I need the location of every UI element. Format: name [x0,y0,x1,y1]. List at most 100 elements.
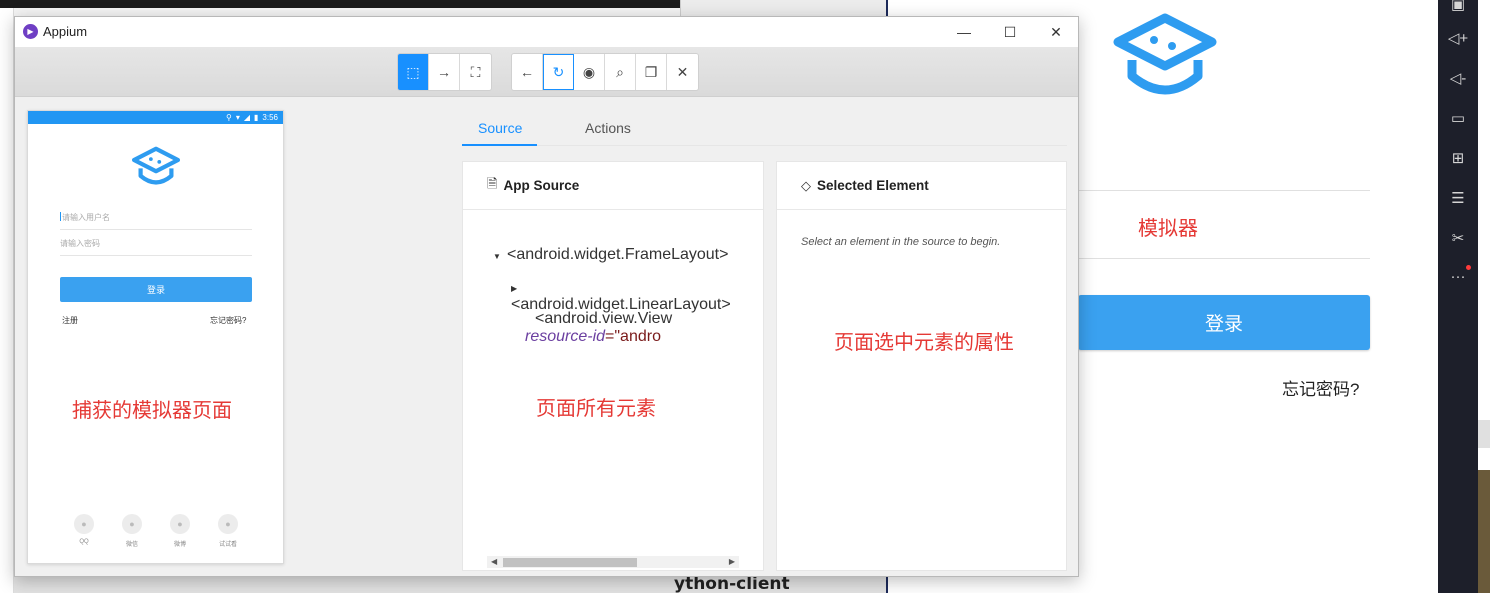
background-list-panel [1478,0,1490,593]
background-list-selection [1478,420,1490,448]
start-recording-button[interactable]: ◉ [574,54,605,90]
refresh-button[interactable]: ↻ [543,54,574,90]
tree-node-linearlayout[interactable]: ▶<android.widget.LinearLayout> [511,278,739,313]
source-horizontal-scrollbar[interactable]: ◀ ▶ [487,556,739,568]
tap-coordinates-icon: ⛶ [470,63,481,80]
inspector-content: ⚲ ▾ ◢ ▮ 3:56 请输入用户名 请输入密码 登录 注册 忘记密码? 捕获… [15,98,1078,576]
tree-node-attribute: resource-id [525,328,606,345]
window-title: Appium [43,24,88,39]
search-elements-button[interactable]: ⌕ [605,54,636,90]
scroll-right-icon[interactable]: ▶ [729,557,735,566]
tab-source[interactable]: Source [478,120,522,136]
device-clock: 3:56 [262,113,278,122]
inspector-tabs: Source Actions [462,112,1067,146]
expand-caret-icon[interactable]: ▶ [511,284,525,293]
ghost-icon: ● [218,514,238,534]
social-login-wechat[interactable]: ● 微信 [120,514,144,548]
background-window-top [680,0,888,16]
emulator-username-underline [1078,190,1370,191]
emulator-forgot-password-link[interactable]: 忘记密码? [1282,375,1359,400]
install-apk-icon[interactable]: ⊞ [1446,146,1470,170]
app-source-header: 🗎 App Source [463,162,763,210]
device-screenshot[interactable]: ⚲ ▾ ◢ ▮ 3:56 请输入用户名 请输入密码 登录 注册 忘记密码? 捕获… [27,110,284,564]
selected-annotation: 页面选中元素的属性 [834,332,1014,354]
tree-node-label: <android.widget.FrameLayout> [507,246,729,263]
title-bar: ▶ Appium — ☐ ✕ [15,17,1078,47]
battery-icon: ▮ [254,113,259,122]
close-icon: ✕ [676,63,689,80]
wifi-icon: ▾ [235,113,240,122]
background-window-edge [0,8,14,593]
swipe-by-coordinates-button[interactable]: → [429,54,460,90]
copy-xml-button[interactable]: ❐ [636,54,667,90]
interaction-mode-group: ⬚ → ⛶ [397,53,492,91]
tab-actions[interactable]: Actions [585,120,631,136]
swipe-arrow-icon: → [437,64,451,80]
tree-node-framelayout[interactable]: ▼ <android.widget.FrameLayout> [493,246,729,263]
background-image-block [1478,470,1490,593]
selected-element-panel: ◇ Selected Element Select an element in … [776,161,1067,571]
device-login-button[interactable]: 登录 [60,277,252,302]
appium-logo-icon: ▶ [23,24,38,39]
emulator-password-underline [1078,258,1370,259]
device-app-logo-icon [131,146,181,185]
refresh-icon: ↻ [552,63,565,80]
scissors-icon[interactable]: ✂ [1446,226,1470,250]
notification-dot [1466,265,1471,270]
social-login-guest[interactable]: ● 试试看 [216,514,240,548]
emulator-annotation: 模拟器 [1138,218,1198,240]
signal-icon: ◢ [243,113,251,122]
location-icon: ⚲ [225,113,232,122]
background-window-strip [0,0,680,8]
wechat-icon: ● [122,514,142,534]
screen-icon[interactable]: ▭ [1446,106,1470,130]
minimize-button[interactable]: — [941,17,987,47]
quit-session-button[interactable]: ✕ [667,54,698,90]
device-annotation: 捕获的模拟器页面 [72,400,232,422]
device-status-bar: ⚲ ▾ ◢ ▮ 3:56 [28,111,283,124]
device-password-field[interactable]: 请输入密码 [60,238,252,256]
session-actions-group: ← ↻ ◉ ⌕ ❐ ✕ [511,53,699,91]
tree-node-view[interactable]: <android.view.View resource-id="andro [525,310,739,345]
tap-by-coordinates-button[interactable]: ⛶ [460,54,491,90]
volume-down-icon[interactable]: ◁- [1446,66,1470,90]
appium-window: ▶ Appium — ☐ ✕ ⬚ → ⛶ ← ↻ ◉ ⌕ ❐ ✕ ⚲ ▾ ◢ ▮… [14,16,1079,577]
source-tree: ▼ <android.widget.FrameLayout> ▶<android.… [463,234,739,354]
qq-icon: ● [74,514,94,534]
scroll-left-icon[interactable]: ◀ [491,557,497,566]
select-element-icon: ⬚ [406,63,420,80]
weibo-icon: ● [170,514,190,534]
inspector-toolbar: ⬚ → ⛶ ← ↻ ◉ ⌕ ❐ ✕ [15,47,1078,97]
social-label: 微信 [125,542,138,548]
file-icon: 🗎 [487,175,498,191]
select-element-button[interactable]: ⬚ [398,54,429,90]
maximize-button[interactable]: ☐ [987,17,1033,47]
emulator-login-button[interactable]: 登录 [1078,295,1370,350]
close-window-button[interactable]: ✕ [1033,17,1078,47]
social-login-weibo[interactable]: ● 微博 [168,514,192,548]
source-annotation: 页面所有元素 [536,398,656,420]
multi-instance-icon[interactable]: ☰ [1446,186,1470,210]
app-source-title: App Source [503,178,580,193]
search-icon: ⌕ [616,63,624,80]
emulator-side-toolbar: ▣ ◁+ ◁- ▭ ⊞ ☰ ✂ ··· [1438,0,1478,593]
social-label: QQ [79,539,89,545]
tag-icon: ◇ [801,177,811,193]
device-register-link[interactable]: 注册 [62,315,78,326]
social-label: 微博 [173,542,186,548]
selected-element-hint: Select an element in the source to begin… [801,236,1001,248]
volume-up-icon[interactable]: ◁+ [1446,26,1470,50]
selected-element-title: Selected Element [817,178,929,193]
screenshot-icon[interactable]: ▣ [1446,0,1470,16]
expand-caret-icon[interactable]: ▼ [493,252,507,261]
eye-icon: ◉ [582,63,596,80]
active-tab-indicator [462,144,537,146]
social-label: 试试看 [218,542,237,548]
device-forgot-password-link[interactable]: 忘记密码? [210,315,246,326]
selected-element-header: ◇ Selected Element [777,162,1066,210]
device-username-field[interactable]: 请输入用户名 [60,212,252,230]
scrollbar-thumb[interactable] [503,558,637,567]
tree-node-attribute-value: ="andro [605,328,661,345]
social-login-qq[interactable]: ● QQ [72,514,96,545]
back-button[interactable]: ← [512,54,543,90]
